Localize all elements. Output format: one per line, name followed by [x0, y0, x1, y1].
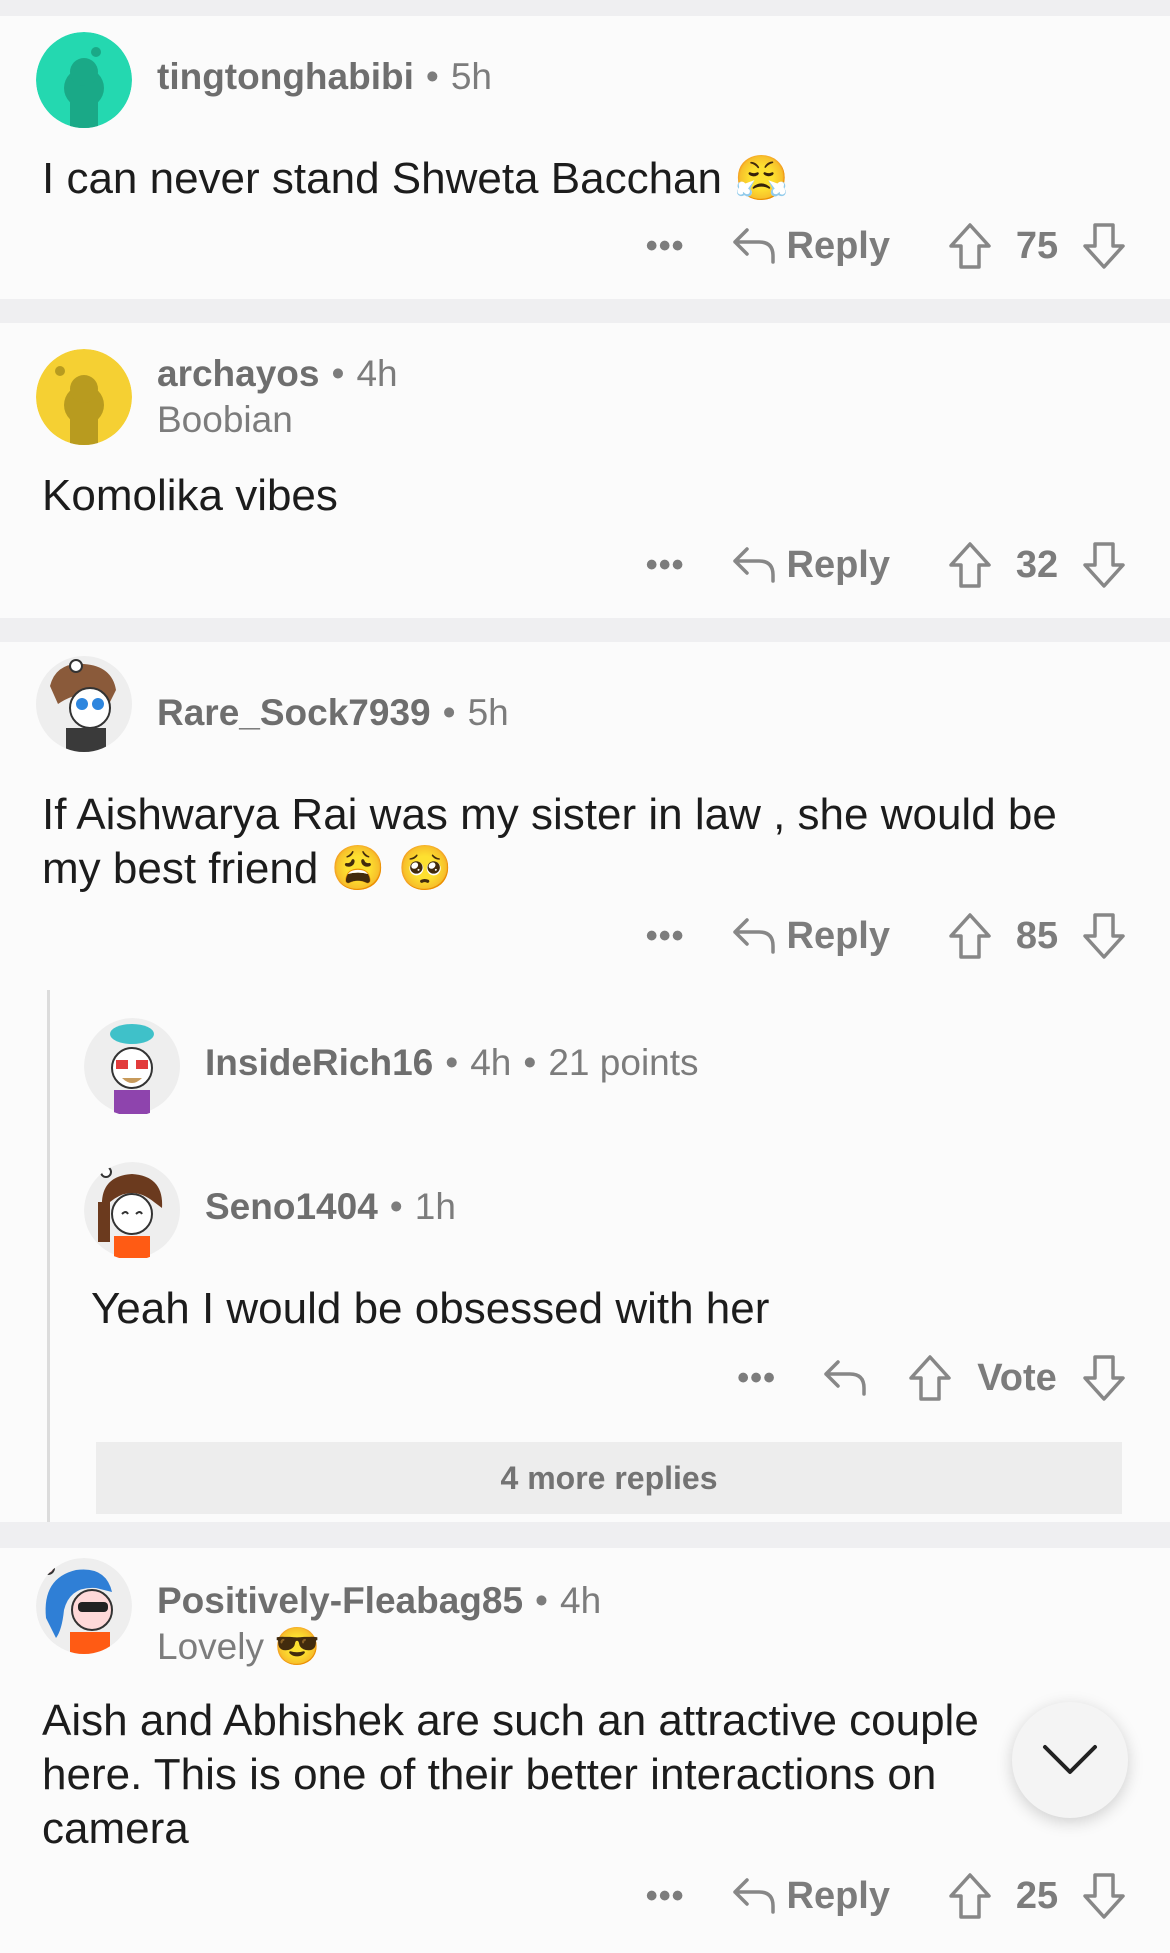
timestamp: 1h — [414, 1186, 456, 1227]
reply-button[interactable] — [822, 1358, 868, 1398]
vote-count: 25 — [1015, 1874, 1059, 1917]
username[interactable]: archayos — [157, 353, 320, 394]
comment-meta: Positively-Fleabag85 • 4h — [157, 1580, 601, 1622]
more-options-button[interactable]: ••• — [646, 227, 685, 266]
timestamp: 4h — [470, 1042, 512, 1083]
upvote-arrow-icon[interactable] — [948, 912, 992, 960]
separator: • — [389, 1186, 403, 1227]
reply-button[interactable]: Reply — [731, 1875, 890, 1918]
more-options-button[interactable]: ••• — [646, 1877, 685, 1916]
downvote-arrow-icon[interactable] — [1082, 912, 1126, 960]
comment-actions: ••• Reply 75 — [646, 216, 1126, 276]
more-options-button[interactable]: ••• — [646, 917, 685, 956]
comment-card: Positively-Fleabag85 • 4h Lovely 😎 Aish an… — [0, 1548, 1170, 1953]
more-replies-button[interactable]: 4 more replies — [96, 1442, 1122, 1514]
reply-arrow-icon — [732, 547, 775, 583]
reply-button[interactable]: Reply — [731, 225, 890, 268]
avatar[interactable] — [84, 1018, 182, 1116]
vote-count: 32 — [1015, 543, 1059, 586]
vote-controls: 85 — [948, 912, 1126, 960]
username[interactable]: InsideRich16 — [205, 1042, 433, 1083]
comment-meta: Rare_Sock7939 • 5h — [157, 692, 509, 734]
timestamp: 5h — [467, 692, 509, 733]
timestamp: 4h — [356, 353, 398, 394]
reply-meta: Seno1404 • 1h — [205, 1186, 456, 1228]
reply-arrow-icon — [732, 228, 775, 264]
more-options-button[interactable]: ••• — [646, 546, 685, 585]
username[interactable]: Rare_Sock7939 — [157, 692, 431, 733]
upvote-arrow-icon[interactable] — [948, 541, 992, 589]
vote-label: Vote — [977, 1356, 1057, 1399]
reply-arrow-icon — [824, 1360, 866, 1396]
downvote-arrow-icon[interactable] — [1082, 1872, 1126, 1920]
upvote-arrow-icon[interactable] — [948, 222, 992, 270]
avatar[interactable] — [36, 656, 132, 752]
comment-body: Komolika vibes — [42, 471, 338, 520]
points: 21 points — [548, 1042, 699, 1083]
comment-card: archayos • 4h Boobian Komolika vibes ••• R… — [0, 323, 1170, 618]
username[interactable]: tingtonghabibi — [157, 56, 414, 97]
reply-arrow-icon — [732, 918, 775, 954]
reply-button[interactable]: Reply — [731, 915, 890, 958]
comment-body-line: here. This is one of their better intera… — [42, 1750, 937, 1799]
separator: • — [535, 1580, 549, 1621]
downvote-arrow-icon[interactable] — [1082, 541, 1126, 589]
avatar[interactable] — [36, 1558, 132, 1654]
vote-controls: Vote — [908, 1354, 1126, 1402]
reply-button[interactable]: Reply — [731, 544, 890, 587]
comment-body-line: Aish and Abhishek are such an attractive… — [42, 1696, 979, 1745]
vote-controls: 75 — [948, 222, 1126, 270]
separator: • — [442, 692, 456, 733]
timestamp: 4h — [560, 1580, 602, 1621]
comment-body-line: camera — [42, 1804, 189, 1853]
separator: • — [331, 353, 345, 394]
vote-controls: 32 — [948, 541, 1126, 589]
avatar[interactable] — [36, 349, 132, 445]
reply-label: Reply — [786, 543, 890, 586]
comment-body-line: my best friend 😩 🥺 — [42, 844, 453, 893]
username[interactable]: Seno1404 — [205, 1186, 378, 1227]
user-flair: Boobian — [157, 399, 293, 440]
user-flair: Lovely 😎 — [157, 1626, 321, 1667]
comment-meta: archayos • 4h — [157, 353, 398, 395]
vote-controls: 25 — [948, 1872, 1126, 1920]
chevron-down-icon — [1043, 1745, 1097, 1774]
separator: • — [523, 1042, 537, 1083]
reply-arrow-icon — [732, 1878, 775, 1914]
comment-actions: ••• Reply 25 — [646, 1866, 1126, 1926]
reply-actions: ••• Vote — [737, 1348, 1126, 1408]
reply-body: Yeah I would be obsessed with her — [91, 1284, 770, 1333]
comment-card: tingtonghabibi • 5h I can never stand Shwe… — [0, 16, 1170, 299]
upvote-arrow-icon[interactable] — [948, 1872, 992, 1920]
downvote-arrow-icon[interactable] — [1082, 222, 1126, 270]
more-options-button[interactable]: ••• — [737, 1359, 776, 1398]
username[interactable]: Positively-Fleabag85 — [157, 1580, 523, 1621]
comment-body: I can never stand Shweta Bacchan 😤 — [42, 154, 789, 203]
reply-meta: InsideRich16 • 4h • 21 points — [205, 1042, 699, 1084]
comment-actions: ••• Reply 32 — [646, 535, 1126, 595]
vote-count: 85 — [1015, 914, 1059, 957]
vote-count: 75 — [1015, 224, 1059, 267]
avatar[interactable] — [36, 32, 132, 128]
scroll-down-button[interactable] — [1012, 1702, 1128, 1818]
reply-label: Reply — [786, 914, 890, 957]
downvote-arrow-icon[interactable] — [1082, 1354, 1126, 1402]
comment-body-line: If Aishwarya Rai was my sister in law , … — [42, 790, 1057, 839]
reply-label: Reply — [786, 224, 890, 267]
upvote-arrow-icon[interactable] — [908, 1354, 952, 1402]
comment-actions: ••• Reply 85 — [646, 906, 1126, 966]
avatar[interactable] — [84, 1162, 182, 1260]
comment-meta: tingtonghabibi • 5h — [157, 56, 492, 98]
separator: • — [445, 1042, 459, 1083]
timestamp: 5h — [450, 56, 492, 97]
thread-line[interactable] — [47, 990, 50, 1522]
separator: • — [425, 56, 439, 97]
reply-label: Reply — [786, 1874, 890, 1917]
comment-card: Rare_Sock7939 • 5h If Aishwarya Rai was my… — [0, 642, 1170, 1522]
